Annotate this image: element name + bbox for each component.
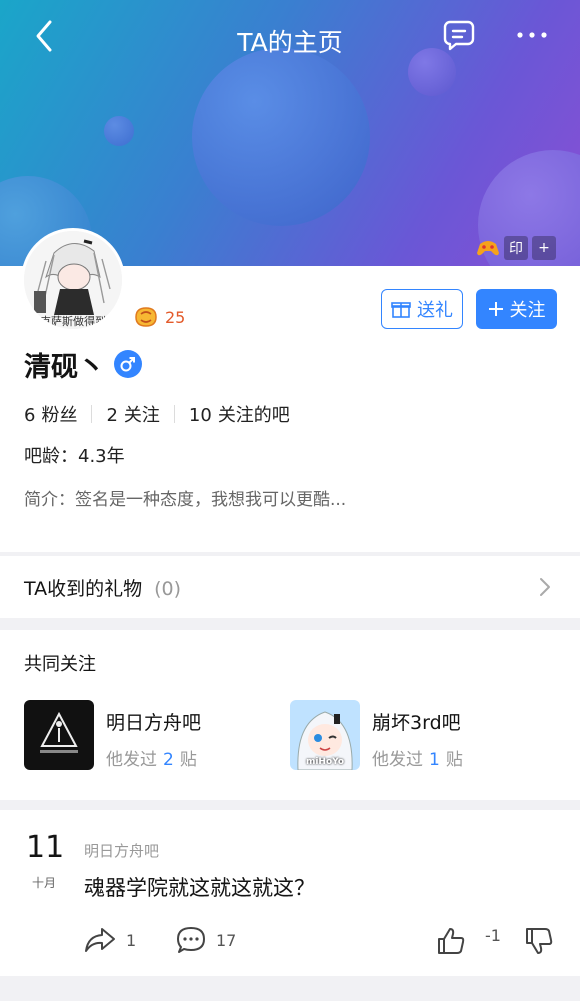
followed-bars-count: 10 (188, 405, 212, 426)
gift-icon (391, 302, 411, 318)
followed-bars-label: 关注的吧 (217, 405, 290, 426)
posted-suffix: 贴 (179, 750, 197, 770)
section-divider (0, 800, 580, 810)
profile-intro: 简介：签名是一种态度，我想我可以更酷... (24, 490, 347, 510)
posted-suffix: 贴 (445, 750, 463, 770)
thumbs-down-icon (526, 928, 553, 954)
level-badge-icon (135, 307, 157, 327)
comment-icon (177, 927, 205, 953)
fans-label: 粉丝 (41, 405, 78, 426)
user-level[interactable]: 25 (133, 306, 185, 328)
forum-name: 崩坏3rd吧 (372, 712, 461, 734)
following-count: 2 (106, 405, 118, 426)
top-nav-bar: TA的主页 (0, 0, 580, 76)
profile-stats: 6 粉丝 2 关注 10 关注的吧 (24, 401, 290, 427)
forum-item-arknights[interactable]: 明日方舟吧 他发过 2 贴 (24, 700, 201, 772)
following-label: 关注 (123, 405, 160, 426)
fans-count: 6 (24, 405, 36, 426)
post-month: 十月 (32, 876, 57, 890)
received-gifts-count: (0) (154, 578, 182, 600)
share-icon (85, 928, 115, 952)
common-follow-section: 共同关注 明日方舟吧 他发过 2 贴 miHoYo 崩坏3rd吧 他发过 1 贴 (0, 630, 580, 800)
posted-prefix: 他发过 (106, 750, 157, 770)
following-stat[interactable]: 2 关注 (106, 401, 159, 427)
follow-label: 关注 (509, 300, 546, 321)
post-card[interactable]: 11 十月 明日方舟吧 魂器学院就这就这就这？ 1 17 -1 (0, 810, 580, 976)
posted-prefix: 他发过 (372, 750, 423, 770)
avatar[interactable]: 克萨斯做得到 (21, 228, 125, 332)
level-number: 25 (165, 307, 186, 327)
post-count-number: 1 (429, 750, 440, 770)
comment-action[interactable]: 17 (176, 926, 236, 954)
upvote-action[interactable] (436, 926, 466, 956)
post-count-number: 2 (163, 750, 174, 770)
common-follow-title: 共同关注 (24, 654, 96, 675)
send-gift-button[interactable]: 送礼 (381, 289, 463, 329)
send-gift-label: 送礼 (417, 300, 453, 321)
more-options-icon[interactable] (514, 24, 550, 46)
share-action[interactable]: 1 (84, 926, 136, 954)
followed-bars-stat[interactable]: 10 关注的吧 (189, 401, 290, 427)
game-badge-icon[interactable] (476, 236, 500, 260)
forum-avatar-honkai: miHoYo (290, 700, 360, 770)
follow-button[interactable]: 关注 (476, 289, 557, 329)
message-icon[interactable] (442, 19, 476, 51)
section-divider (0, 976, 580, 1001)
plus-icon (488, 302, 503, 316)
bar-age: 吧龄：4.3年 (24, 446, 125, 467)
username: 清砚丶 (24, 352, 105, 383)
forum-avatar-arknights (24, 700, 94, 770)
section-divider (0, 618, 580, 630)
thumbs-up-icon (438, 928, 465, 954)
forum-name: 明日方舟吧 (106, 712, 202, 734)
forum-post-count: 他发过 1 贴 (372, 745, 463, 770)
seal-badge[interactable]: 印 (504, 236, 528, 260)
stat-divider (91, 405, 93, 423)
received-gifts-label: TA收到的礼物 (0) (24, 574, 181, 601)
add-badge-button[interactable]: + (532, 236, 556, 260)
profile-banner: TA的主页 印 + (0, 0, 580, 268)
banner-bubble (104, 116, 134, 146)
post-forum-name[interactable]: 明日方舟吧 (84, 840, 159, 861)
comment-count: 17 (216, 930, 237, 950)
stat-divider (173, 405, 175, 423)
male-gender-icon (114, 350, 142, 378)
vote-count-number: -1 (485, 926, 501, 945)
downvote-action[interactable] (524, 926, 554, 956)
forum-item-honkai[interactable]: miHoYo 崩坏3rd吧 他发过 1 贴 (290, 700, 463, 772)
page-title: TA的主页 (237, 28, 343, 57)
received-gifts-text: TA收到的礼物 (24, 578, 143, 600)
banner-badges: 印 + (476, 236, 556, 260)
share-count: 1 (126, 930, 137, 950)
vote-count: -1 (485, 926, 501, 945)
received-gifts-row[interactable]: TA收到的礼物 (0) (0, 556, 580, 618)
chevron-right-icon (538, 576, 552, 598)
miHoYo-watermark: miHoYo (305, 757, 345, 767)
post-title[interactable]: 魂器学院就这就这就这？ (84, 872, 315, 902)
fans-stat[interactable]: 6 粉丝 (24, 401, 77, 427)
avatar-caption: 克萨斯做得到 (40, 315, 106, 328)
post-day: 11 (26, 830, 65, 865)
forum-post-count: 他发过 2 贴 (106, 745, 201, 770)
